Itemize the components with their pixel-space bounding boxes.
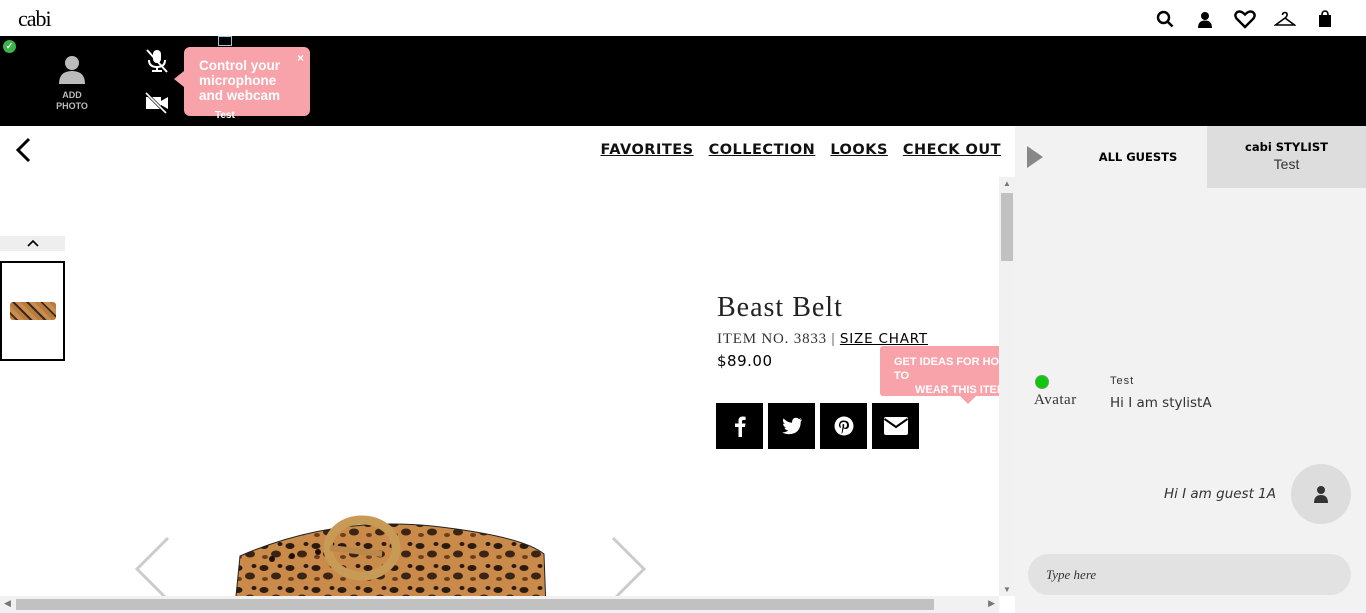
mic-webcam-tooltip: Control your microphone and webcam × bbox=[174, 47, 310, 116]
chat-panel: ALL GUESTS cabi STYLIST Test Avatar Test… bbox=[1015, 126, 1366, 613]
hanger-icon[interactable] bbox=[1274, 8, 1296, 30]
product-page: FAVORITES COLLECTION LOOKS CHECK OUT Bea… bbox=[0, 126, 1015, 613]
participant-label: Test bbox=[215, 110, 235, 121]
user-silhouette-icon bbox=[59, 56, 85, 84]
previous-image-arrow-icon[interactable] bbox=[134, 536, 170, 605]
guest-avatar bbox=[1291, 464, 1351, 524]
stylist-avatar: Avatar bbox=[1034, 375, 1077, 409]
message-sender-name: Test bbox=[1110, 375, 1135, 387]
stylist-tab-name: Test bbox=[1273, 156, 1300, 172]
tooltip-close-icon[interactable]: × bbox=[297, 51, 304, 66]
header-icons bbox=[1154, 8, 1336, 30]
online-status-icon bbox=[1035, 375, 1049, 389]
belt-thumbnail-image bbox=[9, 302, 56, 320]
scroll-up-arrow-icon[interactable]: ▲ bbox=[1003, 179, 1011, 188]
wear-ideas-button[interactable]: GET IDEAS FOR HOW TO WEAR THIS ITEM bbox=[880, 346, 1015, 404]
nav-collection[interactable]: COLLECTION bbox=[709, 142, 816, 158]
guest-message: Hi I am guest 1A bbox=[1163, 486, 1276, 502]
vertical-scrollbar[interactable]: ▲ ▼ bbox=[999, 177, 1015, 596]
tab-cabi-stylist[interactable]: cabi STYLIST Test bbox=[1207, 126, 1366, 188]
thumbnail-scroll-up-icon[interactable] bbox=[0, 236, 65, 251]
pinterest-icon[interactable] bbox=[820, 403, 867, 449]
next-image-arrow-icon[interactable] bbox=[611, 536, 647, 605]
account-icon[interactable] bbox=[1194, 8, 1216, 30]
avatar-alt-text: Avatar bbox=[1034, 392, 1077, 408]
twitter-icon[interactable] bbox=[768, 403, 815, 449]
share-buttons bbox=[716, 403, 919, 449]
video-bar: ✓ ADD PHOTO Control your microphone and … bbox=[0, 36, 1366, 126]
nav-checkout[interactable]: CHECK OUT bbox=[903, 142, 1001, 158]
add-photo-label: ADD bbox=[62, 90, 82, 100]
webcam-off-icon[interactable] bbox=[144, 91, 170, 119]
heart-icon[interactable] bbox=[1234, 8, 1256, 30]
chat-message-input[interactable] bbox=[1028, 554, 1351, 595]
scroll-left-arrow-icon[interactable]: ◀ bbox=[4, 598, 11, 609]
stylist-tab-title: cabi STYLIST bbox=[1245, 140, 1328, 154]
main-nav: FAVORITES COLLECTION LOOKS CHECK OUT bbox=[601, 142, 1002, 158]
nav-favorites[interactable]: FAVORITES bbox=[601, 142, 694, 158]
bag-icon[interactable] bbox=[1314, 8, 1336, 30]
email-icon[interactable] bbox=[872, 403, 919, 449]
wear-ideas-line2: WEAR THIS ITEM bbox=[915, 384, 1007, 396]
product-thumbnail[interactable] bbox=[0, 261, 65, 361]
back-arrow-icon[interactable] bbox=[14, 136, 34, 169]
item-number-text: ITEM NO. 3833 | bbox=[717, 331, 840, 347]
chat-tabs: ALL GUESTS cabi STYLIST Test bbox=[1015, 126, 1366, 188]
add-photo-label-2: PHOTO bbox=[56, 101, 88, 111]
add-photo-button[interactable]: ADD PHOTO bbox=[52, 54, 92, 111]
cabi-logo[interactable]: cabi bbox=[18, 6, 52, 32]
scroll-right-arrow-icon[interactable]: ▶ bbox=[988, 598, 995, 609]
nav-looks[interactable]: LOOKS bbox=[830, 142, 888, 158]
tab-all-guests[interactable]: ALL GUESTS bbox=[1069, 126, 1207, 188]
facebook-icon[interactable] bbox=[716, 403, 763, 449]
collapse-chat-play-icon[interactable] bbox=[1027, 146, 1043, 168]
tooltip-text: Control your microphone and webcam bbox=[199, 58, 281, 103]
wear-ideas-line1: GET IDEAS FOR HOW TO bbox=[894, 356, 1010, 382]
mute-microphone-icon[interactable] bbox=[144, 48, 170, 79]
horizontal-scroll-thumb[interactable] bbox=[16, 599, 934, 610]
product-title: Beast Belt bbox=[717, 292, 843, 323]
horizontal-scrollbar[interactable]: ◀ ▶ bbox=[0, 596, 999, 613]
vertical-scroll-thumb[interactable] bbox=[1001, 193, 1013, 261]
search-icon[interactable] bbox=[1154, 8, 1176, 30]
connected-check-icon: ✓ bbox=[3, 40, 16, 53]
scroll-down-arrow-icon[interactable]: ▼ bbox=[1003, 585, 1011, 594]
product-price: $89.00 bbox=[717, 352, 773, 370]
size-chart-link[interactable]: SIZE CHART bbox=[840, 331, 928, 347]
guest-user-icon bbox=[1314, 486, 1328, 503]
stylist-message: Hi I am stylistA bbox=[1110, 395, 1212, 411]
broken-image-icon bbox=[218, 36, 232, 46]
top-header: cabi bbox=[0, 0, 1366, 36]
